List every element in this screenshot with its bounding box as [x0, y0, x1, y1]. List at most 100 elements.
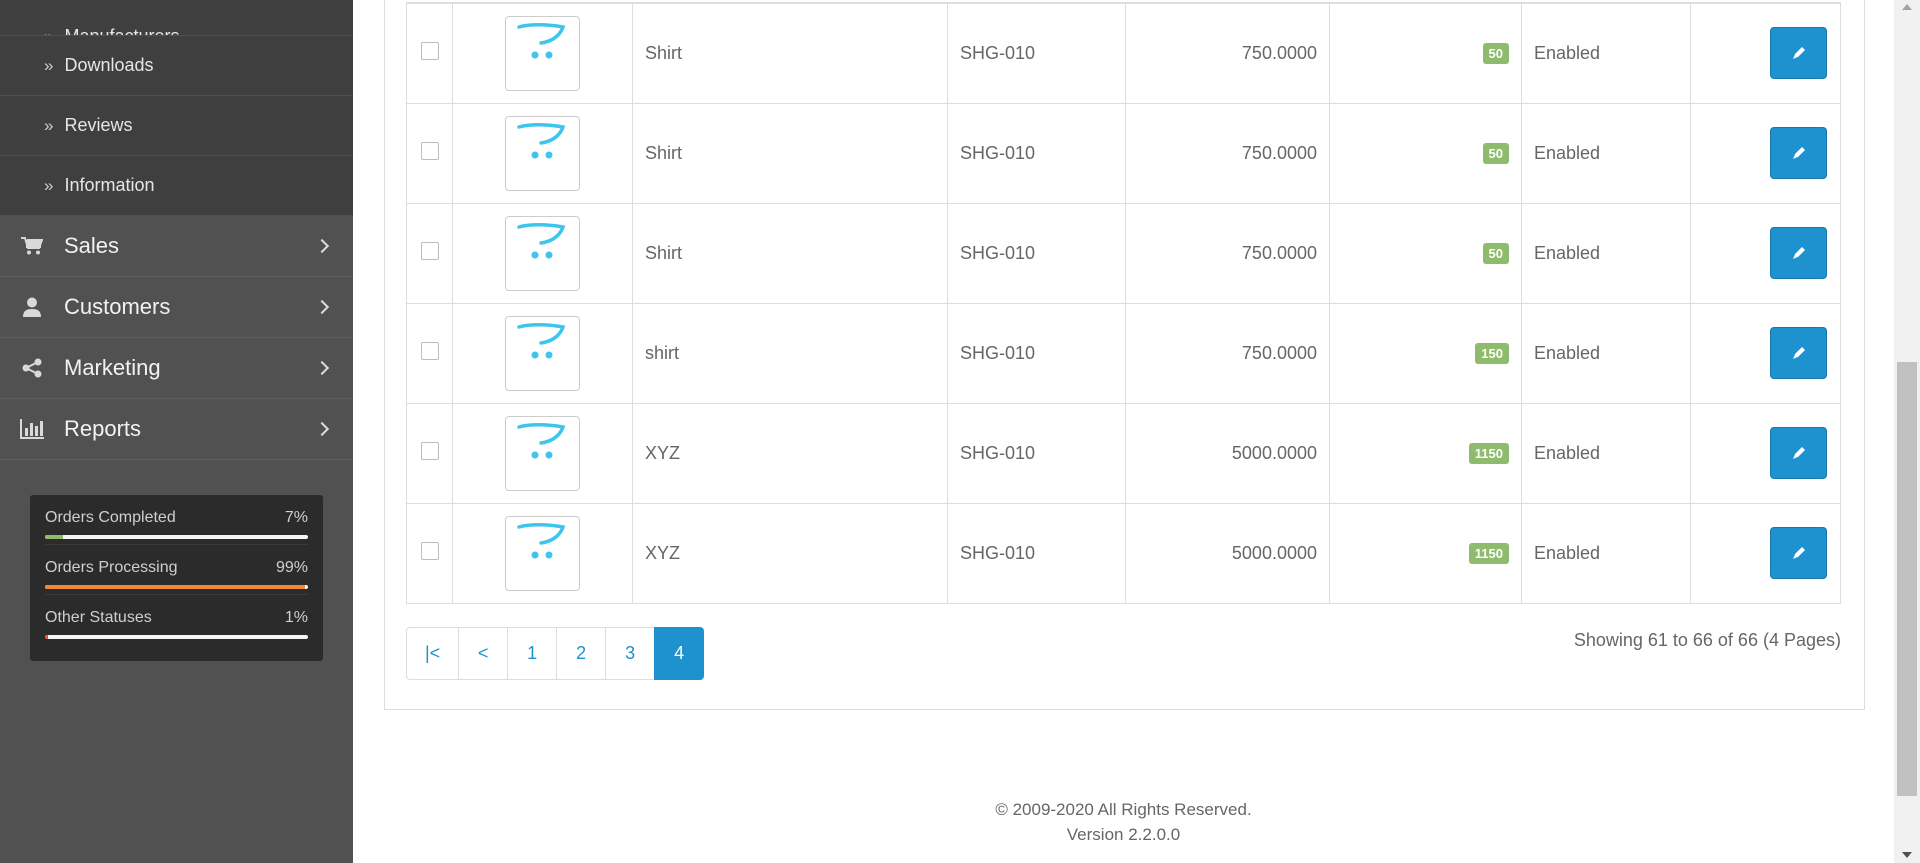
edit-button[interactable] [1770, 127, 1827, 179]
share-icon [20, 357, 44, 379]
progress-fill [45, 635, 48, 639]
row-checkbox[interactable] [420, 541, 439, 560]
quantity-badge: 1150 [1468, 443, 1509, 464]
product-name: Shirt [632, 102, 948, 204]
sidebar-item-reviews[interactable]: » Reviews [0, 96, 353, 156]
chevron-right-icon [314, 360, 330, 376]
stat-other-statuses: Other Statuses 1% [45, 595, 308, 645]
product-image-cell [452, 102, 633, 204]
page-4-button[interactable]: 4 [654, 627, 705, 680]
page-first-button[interactable]: |< [406, 627, 460, 680]
page-prev-button[interactable]: < [458, 627, 509, 680]
stat-label: Orders Processing [45, 559, 178, 576]
sidebar-item-label: Sales [64, 233, 120, 258]
product-model: SHG-010 [947, 402, 1126, 504]
sidebar-item-label: Manufacturers [64, 26, 180, 36]
pencil-icon [1792, 446, 1806, 460]
product-name: shirt [632, 302, 948, 404]
product-quantity-cell: 50 [1329, 202, 1522, 304]
scroll-up-arrow-icon[interactable] [1902, 4, 1912, 10]
table-row: Shirt SHG-010 750.0000 50 Enabled [406, 2, 1841, 104]
sidebar-item-label: Information [64, 175, 155, 195]
double-chevron-right-icon: » [44, 55, 54, 75]
product-status: Enabled [1521, 502, 1691, 604]
order-status-stats: Orders Completed 7% Orders Processing 99… [30, 495, 323, 661]
sidebar-item-reports[interactable]: Reports [0, 399, 353, 460]
edit-button[interactable] [1770, 527, 1827, 579]
pagination-summary: Showing 61 to 66 of 66 (4 Pages) [1573, 630, 1841, 650]
product-table: Shirt SHG-010 750.0000 50 Enabled Shirt SHG-01… [406, 2, 1841, 604]
chevron-right-icon [314, 238, 330, 254]
stat-value: 99% [275, 559, 308, 576]
product-thumbnail [505, 215, 580, 291]
product-status: Enabled [1521, 202, 1691, 304]
table-row: XYZ SHG-010 5000.0000 1150 Enabled [406, 402, 1841, 504]
product-status: Enabled [1521, 2, 1691, 104]
edit-button[interactable] [1770, 327, 1827, 379]
row-select-cell [406, 402, 453, 504]
row-checkbox[interactable] [420, 41, 439, 60]
sidebar-item-sales[interactable]: Sales [0, 216, 353, 277]
user-icon [20, 296, 44, 318]
sidebar-item-information[interactable]: » Information [0, 156, 353, 216]
edit-button[interactable] [1770, 227, 1827, 279]
progress-bar [45, 635, 308, 639]
product-quantity-cell: 50 [1329, 102, 1522, 204]
page-3-button[interactable]: 3 [605, 627, 656, 680]
pagination: |< < 1 2 3 4 [406, 627, 705, 680]
bar-chart-icon [20, 418, 44, 440]
page-2-button[interactable]: 2 [556, 627, 607, 680]
edit-button[interactable] [1770, 27, 1827, 80]
product-status: Enabled [1521, 102, 1691, 204]
catalog-submenu: » Manufacturers » Downloads » Reviews » Info… [0, 0, 353, 216]
product-image-cell [452, 2, 633, 104]
edit-button[interactable] [1770, 427, 1827, 479]
opencart-logo-icon [513, 422, 573, 469]
row-select-cell [406, 2, 453, 104]
quantity-badge: 50 [1482, 43, 1509, 65]
product-model: SHG-010 [947, 302, 1126, 404]
pencil-icon [1792, 346, 1806, 360]
product-thumbnail [505, 515, 580, 591]
sidebar-item-customers[interactable]: Customers [0, 277, 353, 338]
vertical-scrollbar[interactable] [1894, 0, 1920, 863]
scrollbar-thumb[interactable] [1897, 362, 1917, 796]
sidebar-item-label: Downloads [64, 55, 154, 75]
row-checkbox[interactable] [420, 441, 439, 460]
quantity-badge: 50 [1482, 143, 1509, 164]
row-checkbox[interactable] [420, 141, 439, 160]
pencil-icon [1792, 46, 1806, 60]
product-action-cell [1690, 102, 1841, 204]
quantity-badge: 1150 [1468, 543, 1509, 564]
product-price: 750.0000 [1125, 302, 1330, 404]
product-name: Shirt [632, 202, 948, 304]
sidebar-item-manufacturers[interactable]: » Manufacturers [0, 0, 353, 36]
footer-version: Version 2.2.0.0 [1066, 825, 1181, 844]
row-checkbox[interactable] [420, 241, 439, 260]
row-select-cell [406, 102, 453, 204]
stat-label: Other Statuses [45, 609, 152, 626]
product-image-cell [452, 302, 633, 404]
table-row: Shirt SHG-010 750.0000 50 Enabled [406, 102, 1841, 204]
sidebar-item-downloads[interactable]: » Downloads [0, 36, 353, 96]
product-model: SHG-010 [947, 102, 1126, 204]
product-action-cell [1690, 402, 1841, 504]
product-action-cell [1690, 202, 1841, 304]
page-1-button[interactable]: 1 [507, 627, 558, 680]
progress-fill [45, 585, 306, 589]
product-action-cell [1690, 502, 1841, 604]
stat-orders-processing: Orders Processing 99% [45, 545, 308, 595]
table-row: XYZ SHG-010 5000.0000 1150 Enabled [406, 502, 1841, 604]
pencil-icon [1792, 146, 1806, 160]
product-model: SHG-010 [947, 2, 1126, 104]
sidebar-item-label: Customers [64, 294, 171, 319]
scroll-down-arrow-icon[interactable] [1902, 852, 1912, 858]
product-thumbnail [505, 15, 580, 91]
product-name: XYZ [632, 502, 948, 604]
product-name: Shirt [632, 2, 948, 104]
sidebar-item-marketing[interactable]: Marketing [0, 338, 353, 399]
quantity-badge: 50 [1482, 243, 1509, 264]
product-image-cell [452, 502, 633, 604]
table-row: shirt SHG-010 750.0000 150 Enabled [406, 302, 1841, 404]
row-checkbox[interactable] [420, 341, 439, 360]
